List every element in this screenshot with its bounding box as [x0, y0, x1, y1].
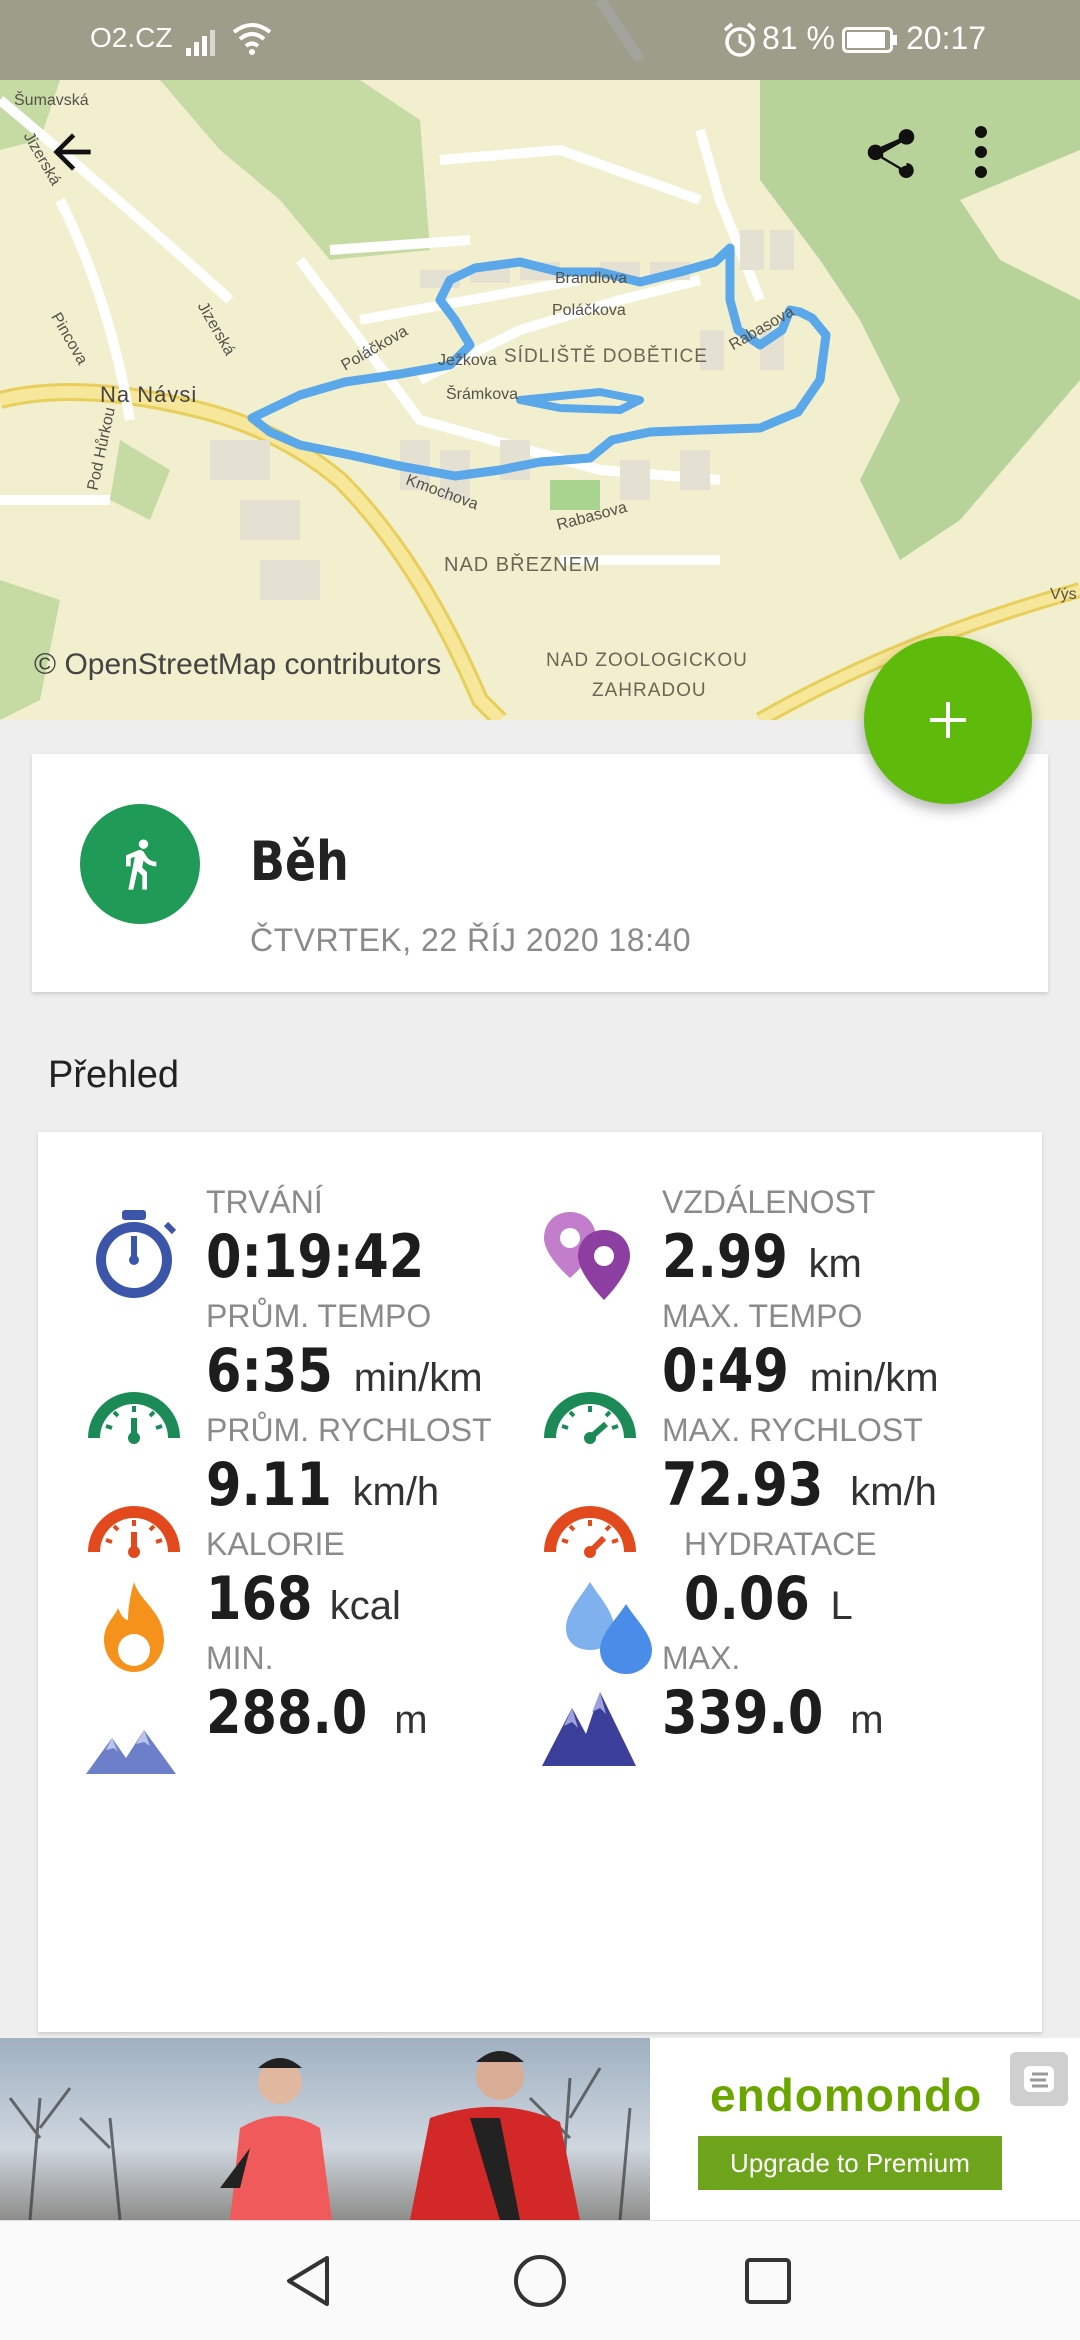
stat-unit: min/km	[353, 1356, 483, 1400]
add-button[interactable]	[864, 636, 1032, 804]
speedometer-icon	[544, 1506, 636, 1558]
stat-label: MAX.	[662, 1640, 741, 1676]
map-label: Brandlova	[555, 270, 628, 287]
stat-unit: m	[394, 1698, 428, 1742]
location-pins-icon	[544, 1212, 630, 1300]
map-label: Šrámkova	[446, 386, 519, 403]
stat-label: TRVÁNÍ	[206, 1184, 323, 1220]
ad-image	[0, 2038, 650, 2220]
stat-label: KALORIE	[206, 1526, 345, 1562]
map-attribution: © OpenStreetMap contributors	[34, 648, 442, 681]
stat-value: 72.93	[662, 1450, 824, 1520]
mountains-icon	[542, 1692, 636, 1766]
activity-date: ČTVRTEK, 22 ŘÍJ 2020 18:40	[250, 922, 692, 958]
speedometer-icon	[88, 1506, 180, 1558]
map-label: SÍDLIŠTĚ DOBĚTICE	[504, 346, 708, 367]
stat-value: 288.0	[206, 1678, 368, 1748]
map-label: ZAHRADOU	[592, 680, 707, 701]
stat-value: 0:19:42	[206, 1222, 425, 1292]
ad-brand: endomondo	[710, 2069, 983, 2121]
map-label: Poláčkova	[552, 302, 626, 319]
nav-home-button[interactable]	[504, 2245, 576, 2317]
stat-value: 168	[206, 1564, 313, 1634]
activity-card: Běh ČTVRTEK, 22 ŘÍJ 2020 18:40	[32, 754, 1048, 992]
stat-label: MAX. RYCHLOST	[662, 1412, 923, 1448]
map-label: Na Návsi	[100, 382, 198, 407]
clock: 20:17	[906, 20, 987, 56]
mountains-icon	[86, 1730, 176, 1774]
wifi-icon	[232, 23, 272, 55]
upgrade-premium-button[interactable]: Upgrade to Premium	[698, 2136, 1002, 2190]
system-nav-bar	[0, 2220, 1080, 2340]
overview-card: TRVÁNÍ 0:19:42 VZDÁLENOST 2.99 km PRŮM. …	[38, 1132, 1042, 2032]
nav-back-button[interactable]	[272, 2245, 344, 2317]
speedometer-icon	[88, 1392, 180, 1444]
alarm-icon	[723, 22, 757, 57]
route-map[interactable]: Šumavská Jizerská Pincova Jizerská Pod H…	[0, 0, 1080, 720]
stat-value: 0:49	[662, 1336, 789, 1406]
map-label: NAD ZOOLOGICKOU	[546, 650, 748, 671]
battery-percent: 81 %	[762, 20, 835, 56]
stat-unit: min/km	[809, 1356, 939, 1400]
stat-value: 0.06	[684, 1564, 810, 1634]
plus-icon	[930, 702, 966, 738]
stat-value: 6:35	[206, 1336, 333, 1406]
stat-label: MAX. TEMPO	[662, 1298, 863, 1334]
section-title: Přehled	[48, 1054, 179, 1096]
stat-unit: km	[808, 1242, 862, 1286]
stat-label: PRŮM. RYCHLOST	[206, 1412, 492, 1448]
map-label: Ježkova	[438, 352, 497, 369]
map-label: NAD BŘEZNEM	[444, 554, 601, 576]
stopwatch-icon	[96, 1210, 177, 1298]
stat-value: 339.0	[662, 1678, 824, 1748]
stat-label: PRŮM. TEMPO	[206, 1298, 432, 1334]
ad-logo-icon	[1024, 2066, 1054, 2092]
stat-value: 2.99	[662, 1222, 788, 1292]
stat-unit: km/h	[850, 1470, 937, 1514]
back-button[interactable]	[44, 124, 124, 204]
share-button[interactable]	[860, 124, 940, 204]
stat-label: HYDRATACE	[684, 1526, 877, 1562]
stat-value: 9.11	[206, 1450, 332, 1520]
stat-label: VZDÁLENOST	[662, 1184, 876, 1220]
speedometer-icon	[544, 1392, 636, 1444]
activity-badge	[80, 804, 200, 924]
water-drops-icon	[566, 1582, 652, 1674]
activity-title: Běh	[250, 830, 349, 893]
signal-icon	[186, 30, 215, 56]
stat-unit: km/h	[352, 1470, 440, 1514]
flame-icon	[104, 1582, 164, 1672]
circle-home-icon	[514, 2255, 566, 2307]
more-options-button[interactable]	[974, 124, 1054, 204]
ad-close-button[interactable]	[1010, 2052, 1068, 2106]
battery-icon	[842, 27, 897, 53]
status-bar: O2.CZ 81 % 20:17	[0, 0, 1080, 80]
stat-label: MIN.	[206, 1640, 274, 1676]
map-label: Výs	[1050, 586, 1077, 603]
arrow-back-icon	[53, 133, 91, 171]
nav-recents-button[interactable]	[732, 2245, 804, 2317]
stat-unit: L	[830, 1584, 853, 1628]
stat-unit: m	[850, 1698, 884, 1742]
square-recents-icon	[745, 2258, 791, 2304]
more-vert-icon	[975, 126, 987, 178]
share-icon	[867, 129, 915, 178]
triangle-back-icon	[287, 2256, 329, 2306]
map-label: Šumavská	[14, 92, 89, 109]
carrier-label: O2.CZ	[90, 22, 173, 53]
running-icon	[126, 839, 157, 890]
stat-unit: kcal	[329, 1584, 401, 1628]
ad-banner[interactable]: endomondo Upgrade to Premium	[0, 2038, 1080, 2220]
